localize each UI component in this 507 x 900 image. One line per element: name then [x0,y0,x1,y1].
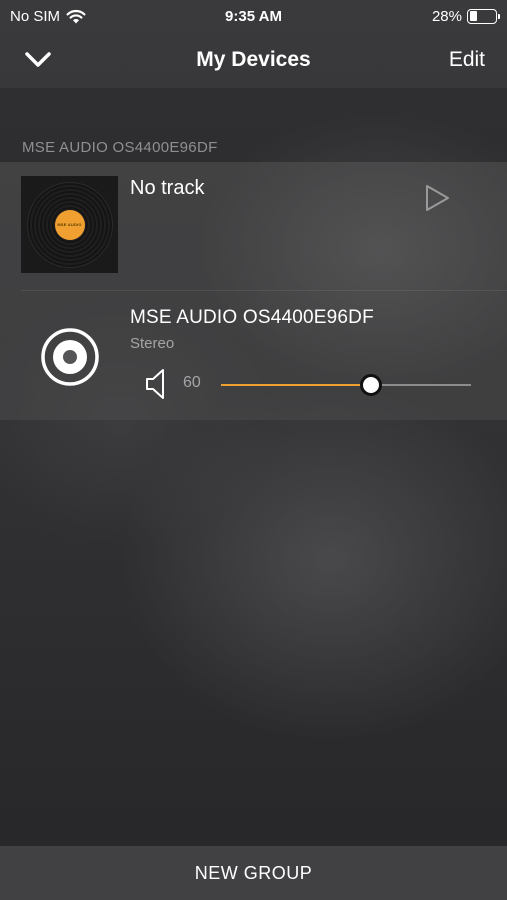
track-title: No track [130,177,205,199]
battery-percent: 28% [431,7,462,25]
now-playing-row[interactable]: MSE AUDIO No track [0,162,507,290]
record-label-text: MSE AUDIO [57,222,82,227]
device-group-panel: MSE AUDIO No track MSE AUDIO OS4400E96DF… [0,162,507,420]
chevron-down-icon[interactable] [22,44,54,76]
header-band [0,88,507,132]
edit-button[interactable]: Edit [449,48,485,72]
status-left: No SIM [10,8,86,25]
device-name: MSE AUDIO OS4400E96DF [130,307,374,328]
carrier-label: No SIM [10,7,61,25]
battery-level [469,11,477,21]
status-right: 28% [431,7,500,25]
wifi-icon [66,9,86,23]
slider-fill [221,384,371,386]
vinyl-record-icon: MSE AUDIO [26,181,113,268]
volume-slider[interactable] [221,373,471,397]
device-row[interactable]: MSE AUDIO OS4400E96DF Stereo 60 [0,291,507,420]
battery-icon [467,8,500,24]
new-group-button[interactable]: NEW GROUP [0,846,507,900]
page-title: My Devices [196,48,311,71]
status-bar: No SIM 9:35 AM 28% [0,0,507,32]
volume-value: 60 [183,374,201,391]
device-mode: Stereo [130,335,175,352]
album-art: MSE AUDIO [21,176,118,273]
speaker-icon [41,328,99,386]
volume-icon[interactable] [145,367,167,401]
slider-thumb[interactable] [360,374,382,396]
group-header: MSE AUDIO OS4400E96DF [0,132,507,162]
record-label: MSE AUDIO [54,209,85,240]
new-group-label: NEW GROUP [194,862,313,883]
navigation-bar: My Devices Edit [0,32,507,88]
play-icon[interactable] [424,184,450,212]
